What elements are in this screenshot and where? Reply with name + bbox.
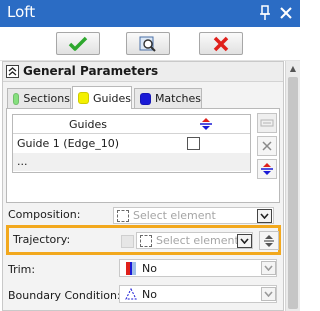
chevron-down-icon[interactable] [261, 287, 276, 301]
trim-combo[interactable]: No [119, 259, 277, 277]
tab-guides[interactable]: Guides [72, 86, 132, 109]
column-header-guides: Guides [68, 118, 108, 131]
select-element-icon [117, 210, 129, 222]
select-element-icon [140, 235, 152, 247]
composition-placeholder: Select element [133, 209, 216, 222]
table-header: Guides [13, 115, 250, 134]
composition-select[interactable]: Select element [113, 207, 274, 224]
title-bar: Loft [0, 0, 300, 27]
guide-name: Guide 1 (Edge_10) [17, 137, 120, 150]
tab-label: Matches [154, 92, 201, 105]
vertical-scrollbar[interactable]: ▲ [285, 61, 300, 311]
cancel-icon [213, 36, 229, 51]
remove-icon [262, 141, 272, 151]
collapse-icon[interactable] [6, 65, 19, 78]
reverse-direction-icon [163, 117, 249, 131]
guides-tab-content: Guides Guide 1 (Edge_10) ... [6, 108, 280, 203]
remove-guide-button[interactable] [257, 136, 277, 156]
edit-icon [260, 119, 274, 127]
reverse-guide-button[interactable] [257, 159, 277, 179]
trim-value: No [142, 262, 157, 275]
composition-label: Composition: [8, 208, 81, 221]
guides-table: Guides Guide 1 (Edge_10) ... [12, 114, 251, 173]
scroll-thumb[interactable] [288, 77, 298, 309]
guide-name: ... [17, 155, 28, 168]
boundary-condition-combo[interactable]: No [119, 285, 277, 303]
reverse-direction-icon [261, 163, 273, 175]
preview-button[interactable] [126, 32, 170, 55]
trajectory-select[interactable]: Select element [136, 232, 253, 249]
general-parameters-panel: General Parameters Sections Guides Match… [2, 61, 284, 311]
boundary-condition-icon [125, 287, 137, 300]
section-title: General Parameters [23, 64, 159, 78]
scroll-up-icon[interactable]: ▲ [286, 61, 300, 75]
close-icon[interactable] [277, 4, 295, 22]
table-row[interactable]: Guide 1 (Edge_10) [13, 135, 250, 153]
trajectory-placeholder: Select element [156, 234, 239, 247]
trajectory-highlight: Trajectory: Select element [6, 225, 281, 255]
tab-label: Guides [92, 91, 131, 105]
ok-button[interactable] [56, 32, 100, 55]
boundary-condition-value: No [142, 288, 157, 301]
chevron-down-icon[interactable] [237, 234, 252, 248]
section-header[interactable]: General Parameters [3, 62, 283, 82]
window-title: Loft [7, 3, 36, 21]
guides-color-swatch [78, 92, 89, 104]
trim-icon [126, 262, 136, 275]
chevron-down-icon[interactable] [261, 261, 276, 275]
action-bar [0, 27, 300, 61]
pin-icon[interactable] [256, 4, 274, 22]
sections-color-swatch [13, 92, 20, 105]
table-row[interactable]: ... [13, 153, 250, 171]
trajectory-checkbox[interactable] [121, 235, 134, 248]
matches-color-swatch [140, 92, 151, 105]
boundary-condition-row: Boundary Condition: No [3, 285, 283, 309]
trajectory-label: Trajectory: [13, 233, 71, 246]
trim-label: Trim: [8, 263, 36, 276]
edit-guide-button[interactable] [257, 113, 277, 133]
boundary-condition-label: Boundary Condition: [8, 289, 121, 302]
chevron-down-icon[interactable] [257, 209, 272, 223]
check-icon [68, 36, 88, 51]
preview-icon [139, 36, 156, 52]
tab-sections[interactable]: Sections [7, 88, 71, 108]
swap-direction-button[interactable] [259, 231, 279, 250]
cancel-button[interactable] [199, 32, 243, 55]
swap-icon [264, 234, 274, 247]
tab-matches[interactable]: Matches [134, 88, 202, 108]
reverse-checkbox[interactable] [187, 137, 200, 150]
tab-label: Sections [23, 92, 70, 105]
trim-row: Trim: No [3, 259, 283, 283]
